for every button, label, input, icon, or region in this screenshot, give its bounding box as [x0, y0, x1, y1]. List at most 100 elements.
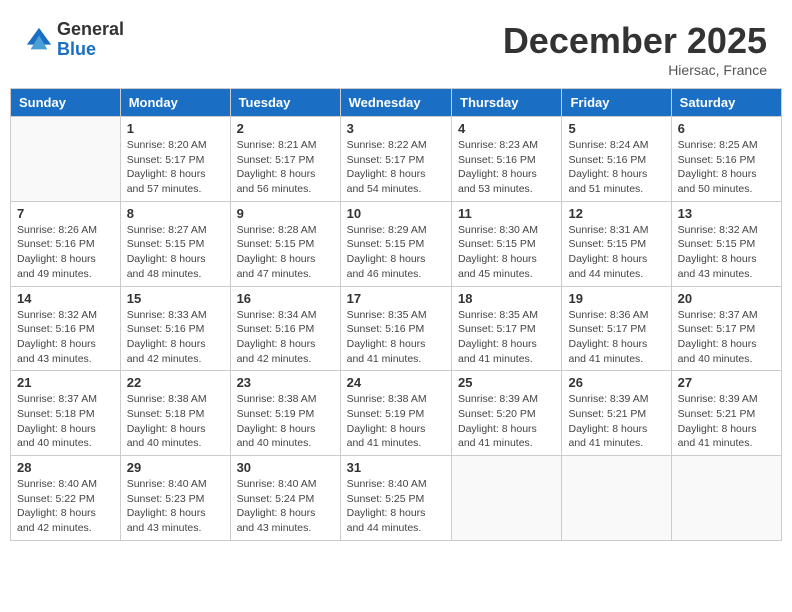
- day-info: Sunrise: 8:35 AM Sunset: 5:17 PM Dayligh…: [458, 308, 555, 367]
- day-number: 13: [678, 206, 775, 221]
- day-cell-1: 1 Sunrise: 8:20 AM Sunset: 5:17 PM Daylig…: [120, 117, 230, 202]
- day-cell-8: 8 Sunrise: 8:27 AM Sunset: 5:15 PM Daylig…: [120, 201, 230, 286]
- day-cell-12: 12 Sunrise: 8:31 AM Sunset: 5:15 PM Dayli…: [562, 201, 671, 286]
- day-cell-31: 31Sunrise: 8:40 AM Sunset: 5:25 PM Dayli…: [340, 456, 451, 541]
- day-info: Sunrise: 8:23 AM Sunset: 5:16 PM Dayligh…: [458, 138, 555, 197]
- day-info: Sunrise: 8:38 AM Sunset: 5:19 PM Dayligh…: [237, 392, 334, 451]
- weekday-header-row: SundayMondayTuesdayWednesdayThursdayFrid…: [11, 89, 782, 117]
- day-number: 2: [237, 121, 334, 136]
- day-cell-17: 17Sunrise: 8:35 AM Sunset: 5:16 PM Dayli…: [340, 286, 451, 371]
- day-info: Sunrise: 8:40 AM Sunset: 5:23 PM Dayligh…: [127, 477, 224, 536]
- day-info: Sunrise: 8:21 AM Sunset: 5:17 PM Dayligh…: [237, 138, 334, 197]
- day-number: 1: [127, 121, 224, 136]
- empty-cell: [11, 117, 121, 202]
- day-info: Sunrise: 8:26 AM Sunset: 5:16 PM Dayligh…: [17, 223, 114, 282]
- day-number: 17: [347, 291, 445, 306]
- month-title: December 2025: [503, 20, 767, 62]
- day-cell-27: 27Sunrise: 8:39 AM Sunset: 5:21 PM Dayli…: [671, 371, 781, 456]
- page-header: General Blue December 2025 Hiersac, Fran…: [10, 10, 782, 83]
- day-number: 5: [568, 121, 664, 136]
- day-info: Sunrise: 8:39 AM Sunset: 5:20 PM Dayligh…: [458, 392, 555, 451]
- day-cell-3: 3 Sunrise: 8:22 AM Sunset: 5:17 PM Daylig…: [340, 117, 451, 202]
- week-row-4: 21Sunrise: 8:37 AM Sunset: 5:18 PM Dayli…: [11, 371, 782, 456]
- day-number: 22: [127, 375, 224, 390]
- day-number: 28: [17, 460, 114, 475]
- day-info: Sunrise: 8:40 AM Sunset: 5:24 PM Dayligh…: [237, 477, 334, 536]
- day-cell-28: 28Sunrise: 8:40 AM Sunset: 5:22 PM Dayli…: [11, 456, 121, 541]
- day-cell-24: 24Sunrise: 8:38 AM Sunset: 5:19 PM Dayli…: [340, 371, 451, 456]
- day-number: 11: [458, 206, 555, 221]
- day-cell-15: 15 Sunrise: 8:33 AM Sunset: 5:16 PM Dayli…: [120, 286, 230, 371]
- day-info: Sunrise: 8:32 AM Sunset: 5:15 PM Dayligh…: [678, 223, 775, 282]
- day-info: Sunrise: 8:39 AM Sunset: 5:21 PM Dayligh…: [568, 392, 664, 451]
- logo: General Blue: [25, 20, 124, 60]
- day-info: Sunrise: 8:37 AM Sunset: 5:17 PM Dayligh…: [678, 308, 775, 367]
- day-info: Sunrise: 8:38 AM Sunset: 5:19 PM Dayligh…: [347, 392, 445, 451]
- day-number: 29: [127, 460, 224, 475]
- location: Hiersac, France: [503, 62, 767, 78]
- day-info: Sunrise: 8:28 AM Sunset: 5:15 PM Dayligh…: [237, 223, 334, 282]
- day-number: 18: [458, 291, 555, 306]
- day-cell-2: 2 Sunrise: 8:21 AM Sunset: 5:17 PM Daylig…: [230, 117, 340, 202]
- day-number: 8: [127, 206, 224, 221]
- day-number: 7: [17, 206, 114, 221]
- empty-cell: [562, 456, 671, 541]
- logo-text-blue: Blue: [57, 40, 124, 60]
- title-block: December 2025 Hiersac, France: [503, 20, 767, 78]
- week-row-5: 28Sunrise: 8:40 AM Sunset: 5:22 PM Dayli…: [11, 456, 782, 541]
- logo-text-general: General: [57, 20, 124, 40]
- day-cell-26: 26Sunrise: 8:39 AM Sunset: 5:21 PM Dayli…: [562, 371, 671, 456]
- day-info: Sunrise: 8:30 AM Sunset: 5:15 PM Dayligh…: [458, 223, 555, 282]
- day-cell-30: 30 Sunrise: 8:40 AM Sunset: 5:24 PM Dayli…: [230, 456, 340, 541]
- day-info: Sunrise: 8:25 AM Sunset: 5:16 PM Dayligh…: [678, 138, 775, 197]
- weekday-header-tuesday: Tuesday: [230, 89, 340, 117]
- day-number: 15: [127, 291, 224, 306]
- weekday-header-wednesday: Wednesday: [340, 89, 451, 117]
- day-number: 12: [568, 206, 664, 221]
- day-info: Sunrise: 8:20 AM Sunset: 5:17 PM Dayligh…: [127, 138, 224, 197]
- day-cell-23: 23 Sunrise: 8:38 AM Sunset: 5:19 PM Dayli…: [230, 371, 340, 456]
- logo-icon: [25, 26, 53, 54]
- day-cell-25: 25 Sunrise: 8:39 AM Sunset: 5:20 PM Dayli…: [452, 371, 562, 456]
- day-info: Sunrise: 8:31 AM Sunset: 5:15 PM Dayligh…: [568, 223, 664, 282]
- day-number: 10: [347, 206, 445, 221]
- day-info: Sunrise: 8:34 AM Sunset: 5:16 PM Dayligh…: [237, 308, 334, 367]
- day-info: Sunrise: 8:24 AM Sunset: 5:16 PM Dayligh…: [568, 138, 664, 197]
- day-info: Sunrise: 8:33 AM Sunset: 5:16 PM Dayligh…: [127, 308, 224, 367]
- day-cell-5: 5 Sunrise: 8:24 AM Sunset: 5:16 PM Daylig…: [562, 117, 671, 202]
- week-row-1: 1 Sunrise: 8:20 AM Sunset: 5:17 PM Daylig…: [11, 117, 782, 202]
- day-cell-6: 6Sunrise: 8:25 AM Sunset: 5:16 PM Daylig…: [671, 117, 781, 202]
- day-number: 14: [17, 291, 114, 306]
- day-info: Sunrise: 8:32 AM Sunset: 5:16 PM Dayligh…: [17, 308, 114, 367]
- day-number: 3: [347, 121, 445, 136]
- day-cell-11: 11 Sunrise: 8:30 AM Sunset: 5:15 PM Dayli…: [452, 201, 562, 286]
- day-number: 25: [458, 375, 555, 390]
- calendar-table: SundayMondayTuesdayWednesdayThursdayFrid…: [10, 88, 782, 541]
- day-cell-10: 10 Sunrise: 8:29 AM Sunset: 5:15 PM Dayli…: [340, 201, 451, 286]
- day-cell-18: 18 Sunrise: 8:35 AM Sunset: 5:17 PM Dayli…: [452, 286, 562, 371]
- day-info: Sunrise: 8:27 AM Sunset: 5:15 PM Dayligh…: [127, 223, 224, 282]
- day-info: Sunrise: 8:37 AM Sunset: 5:18 PM Dayligh…: [17, 392, 114, 451]
- empty-cell: [671, 456, 781, 541]
- day-info: Sunrise: 8:22 AM Sunset: 5:17 PM Dayligh…: [347, 138, 445, 197]
- day-number: 23: [237, 375, 334, 390]
- day-info: Sunrise: 8:36 AM Sunset: 5:17 PM Dayligh…: [568, 308, 664, 367]
- weekday-header-monday: Monday: [120, 89, 230, 117]
- day-number: 30: [237, 460, 334, 475]
- day-number: 16: [237, 291, 334, 306]
- week-row-3: 14 Sunrise: 8:32 AM Sunset: 5:16 PM Dayli…: [11, 286, 782, 371]
- day-cell-7: 7 Sunrise: 8:26 AM Sunset: 5:16 PM Daylig…: [11, 201, 121, 286]
- day-cell-14: 14 Sunrise: 8:32 AM Sunset: 5:16 PM Dayli…: [11, 286, 121, 371]
- weekday-header-saturday: Saturday: [671, 89, 781, 117]
- day-cell-9: 9Sunrise: 8:28 AM Sunset: 5:15 PM Daylig…: [230, 201, 340, 286]
- day-cell-19: 19Sunrise: 8:36 AM Sunset: 5:17 PM Dayli…: [562, 286, 671, 371]
- day-info: Sunrise: 8:38 AM Sunset: 5:18 PM Dayligh…: [127, 392, 224, 451]
- day-number: 31: [347, 460, 445, 475]
- day-cell-16: 16 Sunrise: 8:34 AM Sunset: 5:16 PM Dayli…: [230, 286, 340, 371]
- day-cell-4: 4 Sunrise: 8:23 AM Sunset: 5:16 PM Daylig…: [452, 117, 562, 202]
- day-number: 27: [678, 375, 775, 390]
- day-info: Sunrise: 8:29 AM Sunset: 5:15 PM Dayligh…: [347, 223, 445, 282]
- day-number: 4: [458, 121, 555, 136]
- day-cell-13: 13 Sunrise: 8:32 AM Sunset: 5:15 PM Dayli…: [671, 201, 781, 286]
- weekday-header-sunday: Sunday: [11, 89, 121, 117]
